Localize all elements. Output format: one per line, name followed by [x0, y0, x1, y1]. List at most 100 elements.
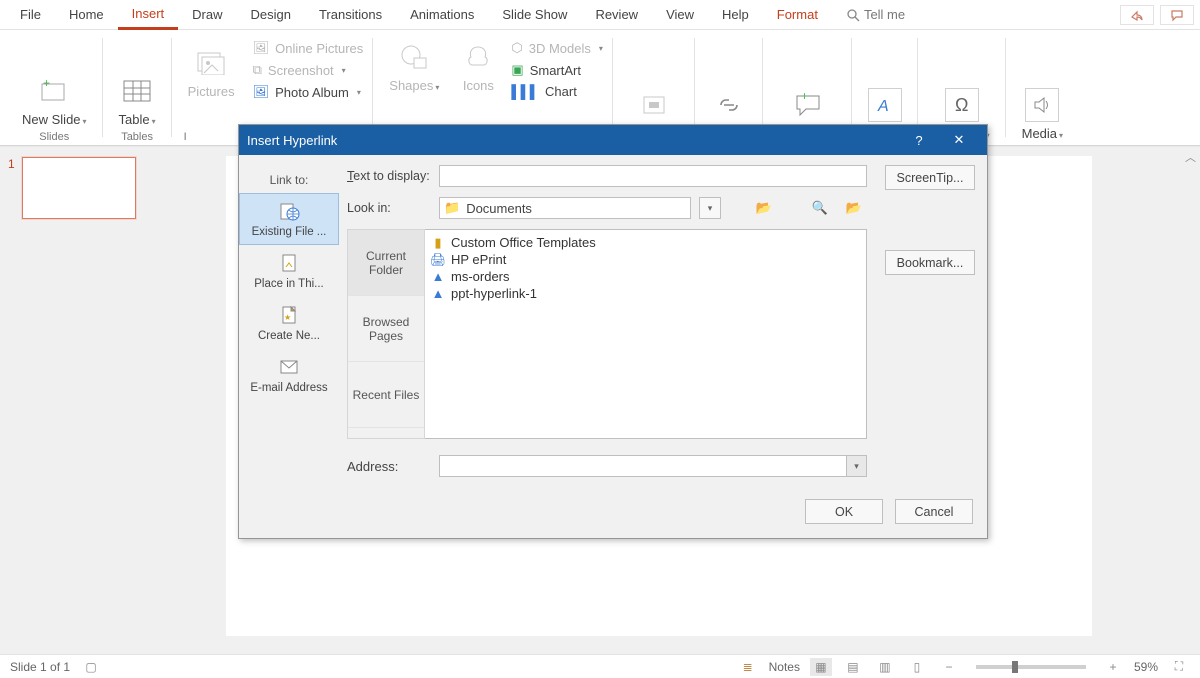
fit-to-window-button[interactable]: ⛶ — [1168, 658, 1190, 676]
dialog-close-button[interactable]: ✕ — [939, 132, 979, 148]
tables-group-label: Tables — [121, 131, 153, 143]
file-item[interactable]: 🖨HP ePrint — [427, 251, 864, 268]
linkto-create-new[interactable]: ★ Create Ne... — [239, 297, 339, 349]
comments-button[interactable] — [1160, 5, 1194, 25]
tab-home[interactable]: Home — [55, 1, 118, 28]
file-item[interactable]: ▮Custom Office Templates — [427, 234, 864, 251]
photo-album-button[interactable]: 🖼Photo Album▾ — [253, 84, 361, 100]
tab-current-folder[interactable]: Current Folder — [348, 230, 424, 296]
normal-view-button[interactable]: ▦ — [810, 658, 832, 676]
addins-icon — [637, 88, 671, 122]
zoom-level[interactable]: 59% — [1134, 660, 1158, 674]
svg-text:+: + — [801, 93, 808, 103]
tell-me-search[interactable]: Tell me — [832, 1, 919, 28]
tell-me-label: Tell me — [864, 7, 905, 22]
3d-models-button[interactable]: ⬡3D Models▾ — [511, 40, 603, 56]
bookmark-button[interactable]: Bookmark... — [885, 250, 975, 275]
chart-icon: ▌▌▌ — [511, 84, 539, 99]
linkto-place-in-document[interactable]: Place in Thi... — [239, 245, 339, 297]
tab-help[interactable]: Help — [708, 1, 763, 28]
look-in-combo[interactable]: 📁 Documents — [439, 197, 691, 219]
notes-label[interactable]: Notes — [769, 660, 800, 674]
ok-button[interactable]: OK — [805, 499, 883, 524]
shapes-button[interactable]: Shapes▾ — [383, 38, 445, 95]
linkto-email-address[interactable]: E-mail Address — [239, 349, 339, 401]
dialog-titlebar[interactable]: Insert Hyperlink ? ✕ — [239, 125, 987, 155]
tab-draw[interactable]: Draw — [178, 1, 236, 28]
dialog-help-button[interactable]: ? — [899, 133, 939, 148]
folder-icon: 📁 — [444, 200, 460, 216]
tab-animations[interactable]: Animations — [396, 1, 488, 28]
chart-button[interactable]: ▌▌▌Chart — [511, 84, 576, 99]
cancel-button[interactable]: Cancel — [895, 499, 973, 524]
browse-tabs: Current Folder Browsed Pages Recent File… — [347, 229, 425, 439]
pictures-button[interactable]: Pictures — [182, 44, 241, 101]
screentip-button[interactable]: ScreenTip... — [885, 165, 975, 190]
up-one-level-button[interactable]: 📂 — [751, 197, 777, 219]
media-button[interactable]: Media▾ — [1016, 86, 1069, 143]
svg-text:A: A — [877, 98, 889, 115]
collapse-ribbon-button[interactable]: ︿ — [1185, 149, 1196, 165]
share-icon — [1130, 8, 1144, 22]
new-slide-label: New Slide▾ — [22, 112, 87, 127]
online-pictures-button[interactable]: 🖼Online Pictures — [253, 40, 364, 56]
zoom-in-button[interactable]: + — [1102, 658, 1124, 676]
new-slide-button[interactable]: + New Slide▾ — [16, 72, 93, 129]
open-folder-icon: 📂 — [846, 200, 862, 216]
printer-icon: 🖨 — [431, 253, 445, 267]
tab-slide-show[interactable]: Slide Show — [488, 1, 581, 28]
menu-bar: File Home Insert Draw Design Transitions… — [0, 0, 1200, 30]
tab-design[interactable]: Design — [237, 1, 305, 28]
comment-bubble-icon: + — [791, 88, 825, 122]
address-label: Address: — [347, 459, 431, 474]
slideshow-view-button[interactable]: ▯ — [906, 658, 928, 676]
zoom-slider-knob[interactable] — [1012, 661, 1018, 673]
photo-album-icon: 🖼 — [253, 84, 270, 100]
look-in-dropdown-button[interactable]: ▾ — [699, 197, 721, 219]
tab-recent-files[interactable]: Recent Files — [348, 362, 424, 428]
folder-up-icon: 📂 — [756, 200, 772, 216]
tab-insert[interactable]: Insert — [118, 0, 179, 30]
spellcheck-icon[interactable]: ▢ — [80, 658, 102, 676]
group-slides: + New Slide▾ Slides — [6, 30, 103, 145]
table-button[interactable]: Table▾ — [113, 72, 162, 129]
screenshot-button[interactable]: ⧉Screenshot▾ — [253, 62, 346, 78]
file-item[interactable]: ▲ms-orders — [427, 268, 864, 285]
file-list[interactable]: ▮Custom Office Templates 🖨HP ePrint ▲ms-… — [425, 229, 867, 439]
icons-icon — [461, 40, 495, 74]
tab-file[interactable]: File — [6, 1, 55, 28]
slide-sorter-view-button[interactable]: ▤ — [842, 658, 864, 676]
tab-review[interactable]: Review — [581, 1, 652, 28]
envelope-icon — [278, 356, 300, 378]
browse-web-button[interactable]: 🔍 — [807, 197, 833, 219]
text-to-display-label: Text to display: — [347, 169, 431, 183]
share-button[interactable] — [1120, 5, 1154, 25]
image-file-icon: ▲ — [431, 270, 445, 284]
tab-browsed-pages[interactable]: Browsed Pages — [348, 296, 424, 362]
reading-view-button[interactable]: ▥ — [874, 658, 896, 676]
folder-icon: ▮ — [431, 236, 445, 250]
tab-view[interactable]: View — [652, 1, 708, 28]
search-web-icon: 🔍 — [812, 200, 828, 216]
address-input[interactable] — [440, 456, 846, 476]
media-label: Media▾ — [1022, 126, 1063, 141]
zoom-slider[interactable] — [976, 665, 1086, 669]
screenshot-icon: ⧉ — [253, 62, 262, 78]
speaker-icon — [1025, 88, 1059, 122]
slide-thumbnail-1[interactable] — [22, 157, 136, 219]
images-group-label: I — [184, 131, 187, 143]
address-dropdown-button[interactable]: ▾ — [846, 456, 866, 476]
smartart-button[interactable]: ▣SmartArt — [511, 62, 581, 78]
tab-transitions[interactable]: Transitions — [305, 1, 396, 28]
file-item[interactable]: ▲ppt-hyperlink-1 — [427, 285, 864, 302]
zoom-out-button[interactable]: − — [938, 658, 960, 676]
address-combo[interactable]: ▾ — [439, 455, 867, 477]
omega-icon: Ω — [945, 88, 979, 122]
icons-button[interactable]: Icons — [455, 38, 501, 95]
tab-format[interactable]: Format — [763, 1, 832, 28]
linkto-existing-file[interactable]: Existing File ... — [239, 193, 339, 245]
link-to-panel: Link to: Existing File ... Place in Thi.… — [239, 165, 339, 477]
browse-file-button[interactable]: 📂 — [841, 197, 867, 219]
text-to-display-input[interactable] — [439, 165, 867, 187]
notes-button[interactable]: ≣ — [737, 658, 759, 676]
